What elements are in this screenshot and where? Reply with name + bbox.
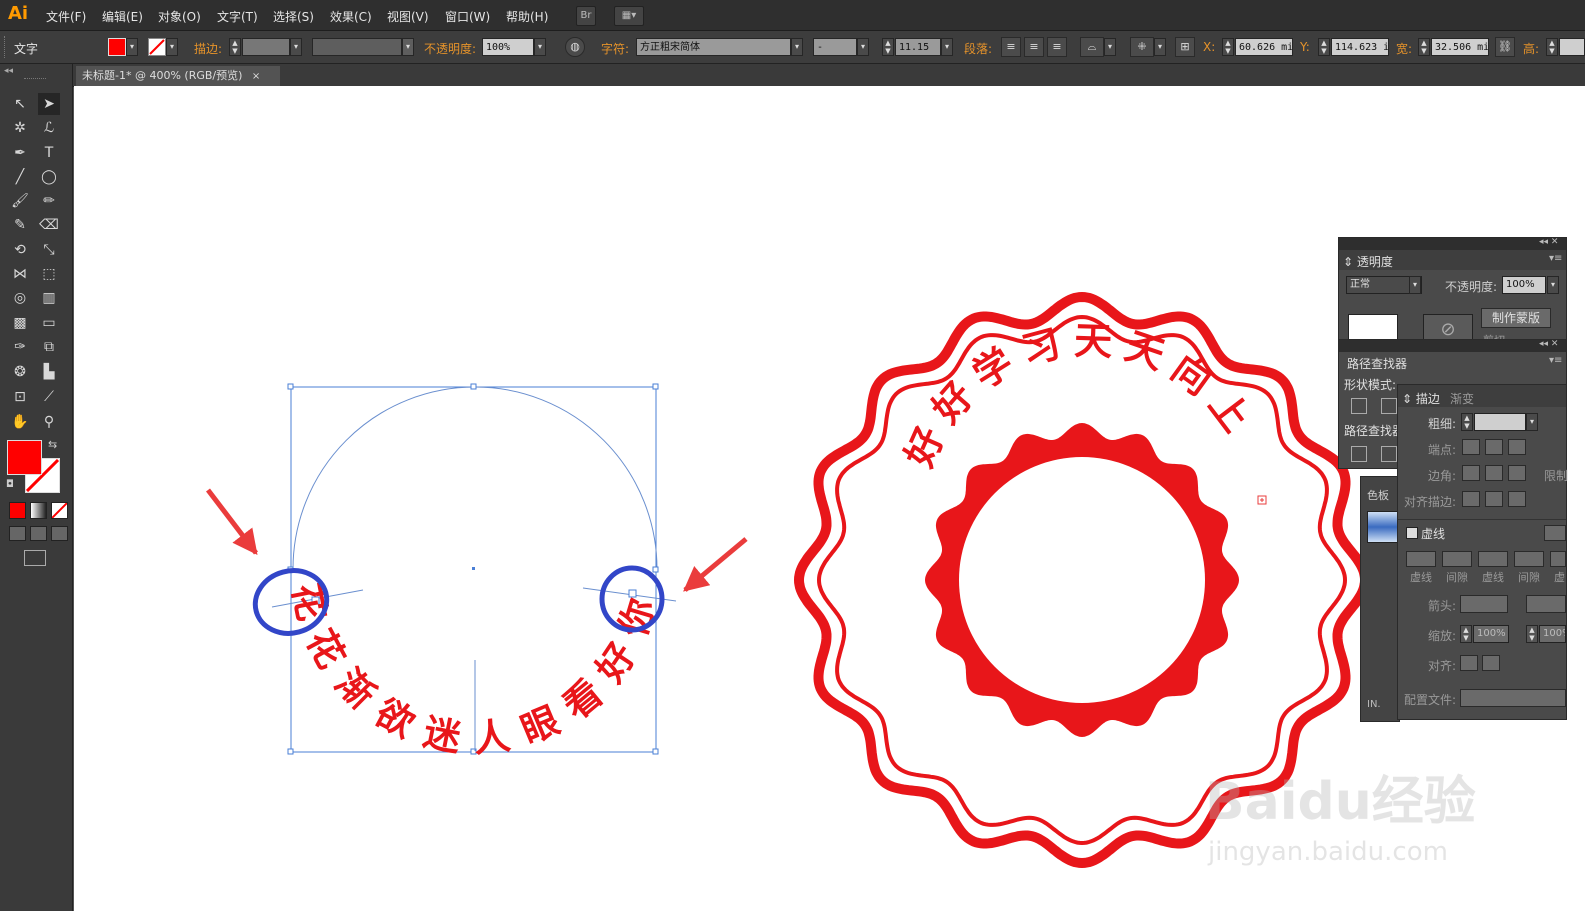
trim-icon[interactable]: [1381, 446, 1397, 462]
handle-right[interactable]: [652, 566, 659, 573]
arrow-align-label: 对齐:: [1428, 659, 1457, 673]
handle-bottom-left[interactable]: [287, 748, 294, 755]
swatch-library-icon[interactable]: IN.: [1367, 699, 1381, 710]
butt-cap-icon[interactable]: [1462, 439, 1480, 455]
divider: [1398, 519, 1566, 520]
shape-modes-label: 形状模式:: [1344, 378, 1397, 392]
arrowhead-end-select[interactable]: [1526, 595, 1566, 613]
gradient-tab[interactable]: 渐变: [1450, 390, 1474, 407]
align-stroke-label: 对齐描边:: [1404, 495, 1457, 509]
scale-stepper-1[interactable]: ▲ ▼: [1460, 625, 1472, 643]
weight-dropdown[interactable]: ▾: [1526, 413, 1538, 431]
transparency-title: 透明度: [1356, 255, 1393, 269]
arrowheads-label: 箭头:: [1428, 599, 1457, 613]
profile-select[interactable]: [1460, 689, 1566, 707]
scale-stepper-2[interactable]: ▲ ▼: [1526, 625, 1538, 643]
transparency-panel: ◂◂ ✕ ⇕ 透明度 ▾≡ 正常 ▾ 不透明度: 100% ▾ ⊘ 制作蒙版 剪…: [1338, 237, 1567, 347]
dash-label-1: 虚线: [1410, 571, 1432, 584]
handle-top[interactable]: [470, 383, 477, 390]
watermark-url: jingyan.baidu.com: [1207, 837, 1448, 867]
gap-label-2: 间隙: [1518, 571, 1540, 584]
transparency-tab[interactable]: ⇕ 透明度: [1343, 253, 1393, 270]
scale-label: 缩放:: [1428, 629, 1457, 643]
arrow-tip-at-end-icon[interactable]: [1482, 655, 1500, 671]
center-point: [472, 567, 475, 570]
limit-label: 限制: [1544, 469, 1569, 483]
fill-color-box[interactable]: [7, 440, 42, 475]
dash-field-3[interactable]: [1550, 551, 1566, 567]
make-mask-button[interactable]: 制作蒙版: [1481, 308, 1551, 328]
stroke-tab-label: 描边: [1415, 392, 1440, 406]
bevel-join-icon[interactable]: [1508, 465, 1526, 481]
stroke-panel: ⇕ 描边 渐变 粗细: ▲ ▼ ▾ 端点: 边角: 限制 对齐描边: 虚线 虚线 …: [1397, 384, 1569, 720]
round-cap-icon[interactable]: [1485, 439, 1503, 455]
dash-label-3: 虚: [1554, 571, 1565, 584]
handle-top-left[interactable]: [287, 383, 294, 390]
weight-stepper[interactable]: ▲ ▼: [1461, 413, 1473, 431]
dash-align-icon[interactable]: [1544, 525, 1566, 541]
collapse-panel-icon[interactable]: ◂◂ ✕: [1539, 237, 1558, 247]
dashed-line-label: 虚线: [1421, 527, 1446, 541]
align-inside-stroke-icon[interactable]: [1485, 491, 1503, 507]
align-outside-stroke-icon[interactable]: [1508, 491, 1526, 507]
panel-header-bar[interactable]: [1339, 238, 1566, 250]
arrow-tip-beyond-icon[interactable]: [1460, 655, 1478, 671]
watermark-brand: Baidu经验: [1205, 772, 1476, 832]
dash-field-2[interactable]: [1478, 551, 1508, 567]
dash-field-1[interactable]: [1406, 551, 1436, 567]
round-join-icon[interactable]: [1485, 465, 1503, 481]
transparency-opacity-field[interactable]: 100%: [1502, 276, 1546, 294]
scale-field-1[interactable]: 100%: [1473, 625, 1509, 643]
annotation-arrow-right: [683, 537, 748, 592]
weight-field[interactable]: [1474, 413, 1526, 431]
seal-center-hole: [959, 457, 1205, 703]
minus-front-icon[interactable]: [1381, 398, 1397, 414]
path-text[interactable]: 花花渐欲迷人眼看好你: [284, 579, 663, 760]
transparency-opacity-label: 不透明度:: [1445, 280, 1498, 294]
gap-field-2[interactable]: [1514, 551, 1544, 567]
miter-join-icon[interactable]: [1462, 465, 1480, 481]
dash-label-2: 虚线: [1482, 571, 1504, 584]
dashed-line-checkbox[interactable]: [1406, 527, 1418, 539]
swatch-thumbnail[interactable]: [1367, 511, 1399, 543]
panel-menu-icon[interactable]: ▾≡: [1549, 253, 1562, 264]
panel-menu-icon[interactable]: ▾≡: [1549, 355, 1562, 366]
projecting-cap-icon[interactable]: [1508, 439, 1526, 455]
arrowhead-start-select[interactable]: [1460, 595, 1508, 613]
weight-label: 粗细:: [1428, 417, 1457, 431]
collapse-panel-icon[interactable]: ◂◂ ✕: [1539, 339, 1558, 349]
swatches-tab[interactable]: 色板: [1367, 487, 1389, 503]
panel-header-bar[interactable]: [1339, 340, 1566, 352]
handle-top-right[interactable]: [652, 383, 659, 390]
pathfinder-tab[interactable]: 路径查找器: [1347, 355, 1407, 372]
gap-field-1[interactable]: [1442, 551, 1472, 567]
circle-path-upper: [292, 386, 658, 570]
profile-label: 配置文件:: [1404, 693, 1457, 707]
divide-icon[interactable]: [1351, 446, 1367, 462]
stroke-tab[interactable]: ⇕ 描边: [1402, 390, 1440, 407]
annotation-arrow-left: [206, 488, 258, 555]
scale-field-2[interactable]: 100%: [1539, 625, 1566, 643]
path-end-bracket[interactable]: [628, 589, 637, 598]
gap-label-1: 间隙: [1446, 571, 1468, 584]
swatches-panel: 色板 IN.: [1360, 476, 1400, 722]
blend-mode-dropdown[interactable]: ▾: [1409, 276, 1421, 294]
cap-label: 端点:: [1428, 443, 1457, 457]
transparency-opacity-dropdown[interactable]: ▾: [1547, 276, 1559, 294]
align-center-stroke-icon[interactable]: [1462, 491, 1480, 507]
pathfinders-label: 路径查找器: [1344, 424, 1405, 438]
corner-label: 边角:: [1428, 469, 1457, 483]
unite-icon[interactable]: [1351, 398, 1367, 414]
handle-bottom-right[interactable]: [652, 748, 659, 755]
watermark: Baidu经验 jingyan.baidu.com: [1205, 772, 1476, 867]
